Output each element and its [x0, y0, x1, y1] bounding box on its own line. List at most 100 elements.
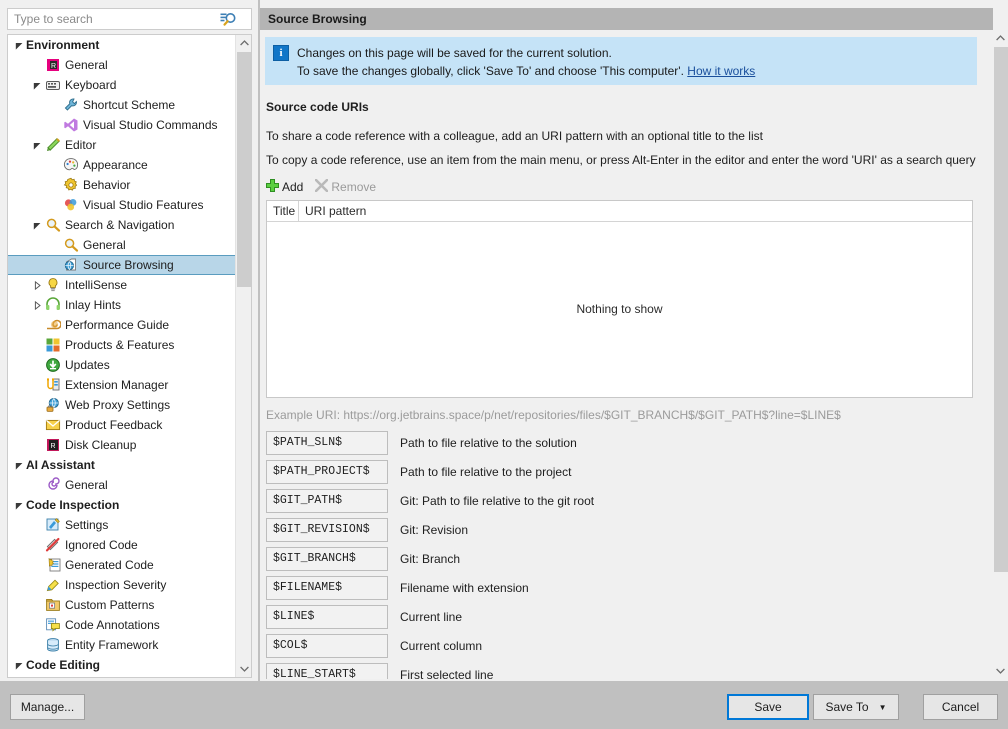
sidebar-item-shortcut-scheme[interactable]: Shortcut Scheme [8, 95, 236, 115]
sidebar-item-general[interactable]: General [8, 235, 236, 255]
sidebar-item-product-feedback[interactable]: Product Feedback [8, 415, 236, 435]
expander-expanded-icon[interactable] [30, 217, 44, 233]
variable-name[interactable]: $GIT_BRANCH$ [266, 547, 388, 571]
search-icon[interactable] [216, 9, 240, 29]
page-scrollbar-thumb[interactable] [994, 47, 1008, 572]
save-to-button[interactable]: Save To ▼ [813, 694, 899, 720]
page-scroll-down-icon[interactable] [993, 663, 1008, 679]
info-line-2: To save the changes globally, click 'Sav… [297, 62, 755, 80]
cancel-button[interactable]: Cancel [923, 694, 998, 720]
remove-button[interactable]: Remove [315, 179, 376, 195]
sidebar-item-inspection-severity[interactable]: Inspection Severity [8, 575, 236, 595]
variable-name[interactable]: $PATH_PROJECT$ [266, 460, 388, 484]
search-input[interactable] [8, 9, 216, 29]
sidebar-item-disk-cleanup[interactable]: RDisk Cleanup [8, 435, 236, 455]
envelope-icon [44, 417, 62, 433]
variable-name[interactable]: $LINE_START$ [266, 663, 388, 680]
expander-spacer [30, 637, 44, 653]
expander-collapsed-icon[interactable] [30, 297, 44, 313]
variable-name[interactable]: $GIT_PATH$ [266, 489, 388, 513]
variable-name[interactable]: $GIT_REVISION$ [266, 518, 388, 542]
sidebar-item-general[interactable]: RGeneral [8, 55, 236, 75]
sidebar-item-source-browsing[interactable]: Source Browsing [8, 255, 236, 275]
add-label: Add [282, 180, 303, 194]
settings-tree-scrollbar[interactable] [235, 35, 251, 677]
sidebar-item-visual-studio-commands[interactable]: Visual Studio Commands [8, 115, 236, 135]
expander-expanded-icon[interactable] [12, 497, 26, 513]
sidebar-item-environment[interactable]: Environment [8, 35, 236, 55]
variable-name[interactable]: $LINE$ [266, 605, 388, 629]
sidebar-item-generated-code[interactable]: Generated Code [8, 555, 236, 575]
expander-collapsed-icon[interactable] [30, 277, 44, 293]
sidebar-item-keyboard[interactable]: Keyboard [8, 75, 236, 95]
page-scroll-up-icon[interactable] [993, 30, 1008, 46]
variable-name[interactable]: $FILENAME$ [266, 576, 388, 600]
sidebar-item-performance-guide[interactable]: Performance Guide [8, 315, 236, 335]
variable-name[interactable]: $COL$ [266, 634, 388, 658]
sidebar-item-code-annotations[interactable]: Code Annotations [8, 615, 236, 635]
variable-description: First selected line [400, 668, 493, 680]
expander-expanded-icon[interactable] [12, 657, 26, 673]
scrollbar-thumb[interactable] [237, 52, 252, 287]
how-it-works-link[interactable]: How it works [687, 64, 755, 78]
settings-tree[interactable]: EnvironmentRGeneralKeyboardShortcut Sche… [7, 34, 252, 678]
sidebar-item-web-proxy-settings[interactable]: Web Proxy Settings [8, 395, 236, 415]
sidebar-item-appearance[interactable]: Appearance [8, 155, 236, 175]
add-button[interactable]: Add [266, 179, 303, 195]
sidebar-item-entity-framework[interactable]: Entity Framework [8, 635, 236, 655]
keyboard-icon [44, 77, 62, 93]
page-scrollbar[interactable] [993, 30, 1008, 679]
web-proxy-icon [44, 397, 62, 413]
sidebar-item-label: Inspection Severity [65, 577, 166, 593]
svg-text:R: R [51, 443, 56, 450]
sidebar-item-visual-studio-features[interactable]: Visual Studio Features [8, 195, 236, 215]
variable-row: $FILENAME$ Filename with extension [266, 573, 976, 602]
uri-patterns-grid[interactable]: Title URI pattern Nothing to show [266, 200, 973, 398]
sidebar-item-general[interactable]: General [8, 475, 236, 495]
expander-spacer [30, 317, 44, 333]
sidebar-item-updates[interactable]: Updates [8, 355, 236, 375]
products-icon [44, 337, 62, 353]
expander-expanded-icon[interactable] [30, 137, 44, 153]
scroll-up-icon[interactable] [236, 35, 252, 51]
sidebar-item-editor[interactable]: Editor [8, 135, 236, 155]
sidebar-item-settings[interactable]: Settings [8, 515, 236, 535]
sidebar-item-code-editing[interactable]: Code Editing [8, 655, 236, 675]
variable-description: Filename with extension [400, 581, 529, 595]
sidebar-item-code-inspection[interactable]: Code Inspection [8, 495, 236, 515]
sidebar-item-products-features[interactable]: Products & Features [8, 335, 236, 355]
column-header-uri-pattern[interactable]: URI pattern [299, 201, 972, 221]
sidebar-item-inlay-hints[interactable]: Inlay Hints [8, 295, 236, 315]
sidebar-item-label: Web Proxy Settings [65, 397, 170, 413]
ai-swirl-icon [44, 477, 62, 493]
variable-name[interactable]: $PATH_SLN$ [266, 431, 388, 455]
save-button[interactable]: Save [727, 694, 809, 720]
grid-empty-message: Nothing to show [267, 222, 972, 396]
extension-icon [44, 377, 62, 393]
variable-row: $PATH_PROJECT$Path to file relative to t… [266, 457, 976, 486]
variable-description: Git: Branch [400, 552, 460, 566]
expander-expanded-icon[interactable] [12, 37, 26, 53]
manage-button[interactable]: Manage... [10, 694, 85, 720]
sidebar-item-custom-patterns[interactable]: Custom Patterns [8, 595, 236, 615]
magnifier-icon [44, 217, 62, 233]
column-header-title[interactable]: Title [267, 201, 299, 221]
sidebar-item-label: Keyboard [65, 77, 116, 93]
resharper-dark-icon: R [44, 437, 62, 453]
sidebar-item-intellisense[interactable]: IntelliSense [8, 275, 236, 295]
expander-expanded-icon[interactable] [30, 77, 44, 93]
sidebar-item-label: Updates [65, 357, 110, 373]
ignored-code-icon [44, 537, 62, 553]
sidebar-item-ai-assistant[interactable]: AI Assistant [8, 455, 236, 475]
sidebar-item-extension-manager[interactable]: Extension Manager [8, 375, 236, 395]
expander-expanded-icon[interactable] [12, 457, 26, 473]
expander-spacer [48, 177, 62, 193]
sidebar-item-behavior[interactable]: Behavior [8, 175, 236, 195]
custom-patterns-icon [44, 597, 62, 613]
scroll-down-icon[interactable] [236, 661, 252, 677]
sidebar-item-ignored-code[interactable]: Ignored Code [8, 535, 236, 555]
sidebar-item-label: Generated Code [65, 557, 154, 573]
globe-page-icon [62, 257, 80, 273]
search-box[interactable] [7, 8, 252, 30]
sidebar-item-search-navigation[interactable]: Search & Navigation [8, 215, 236, 235]
